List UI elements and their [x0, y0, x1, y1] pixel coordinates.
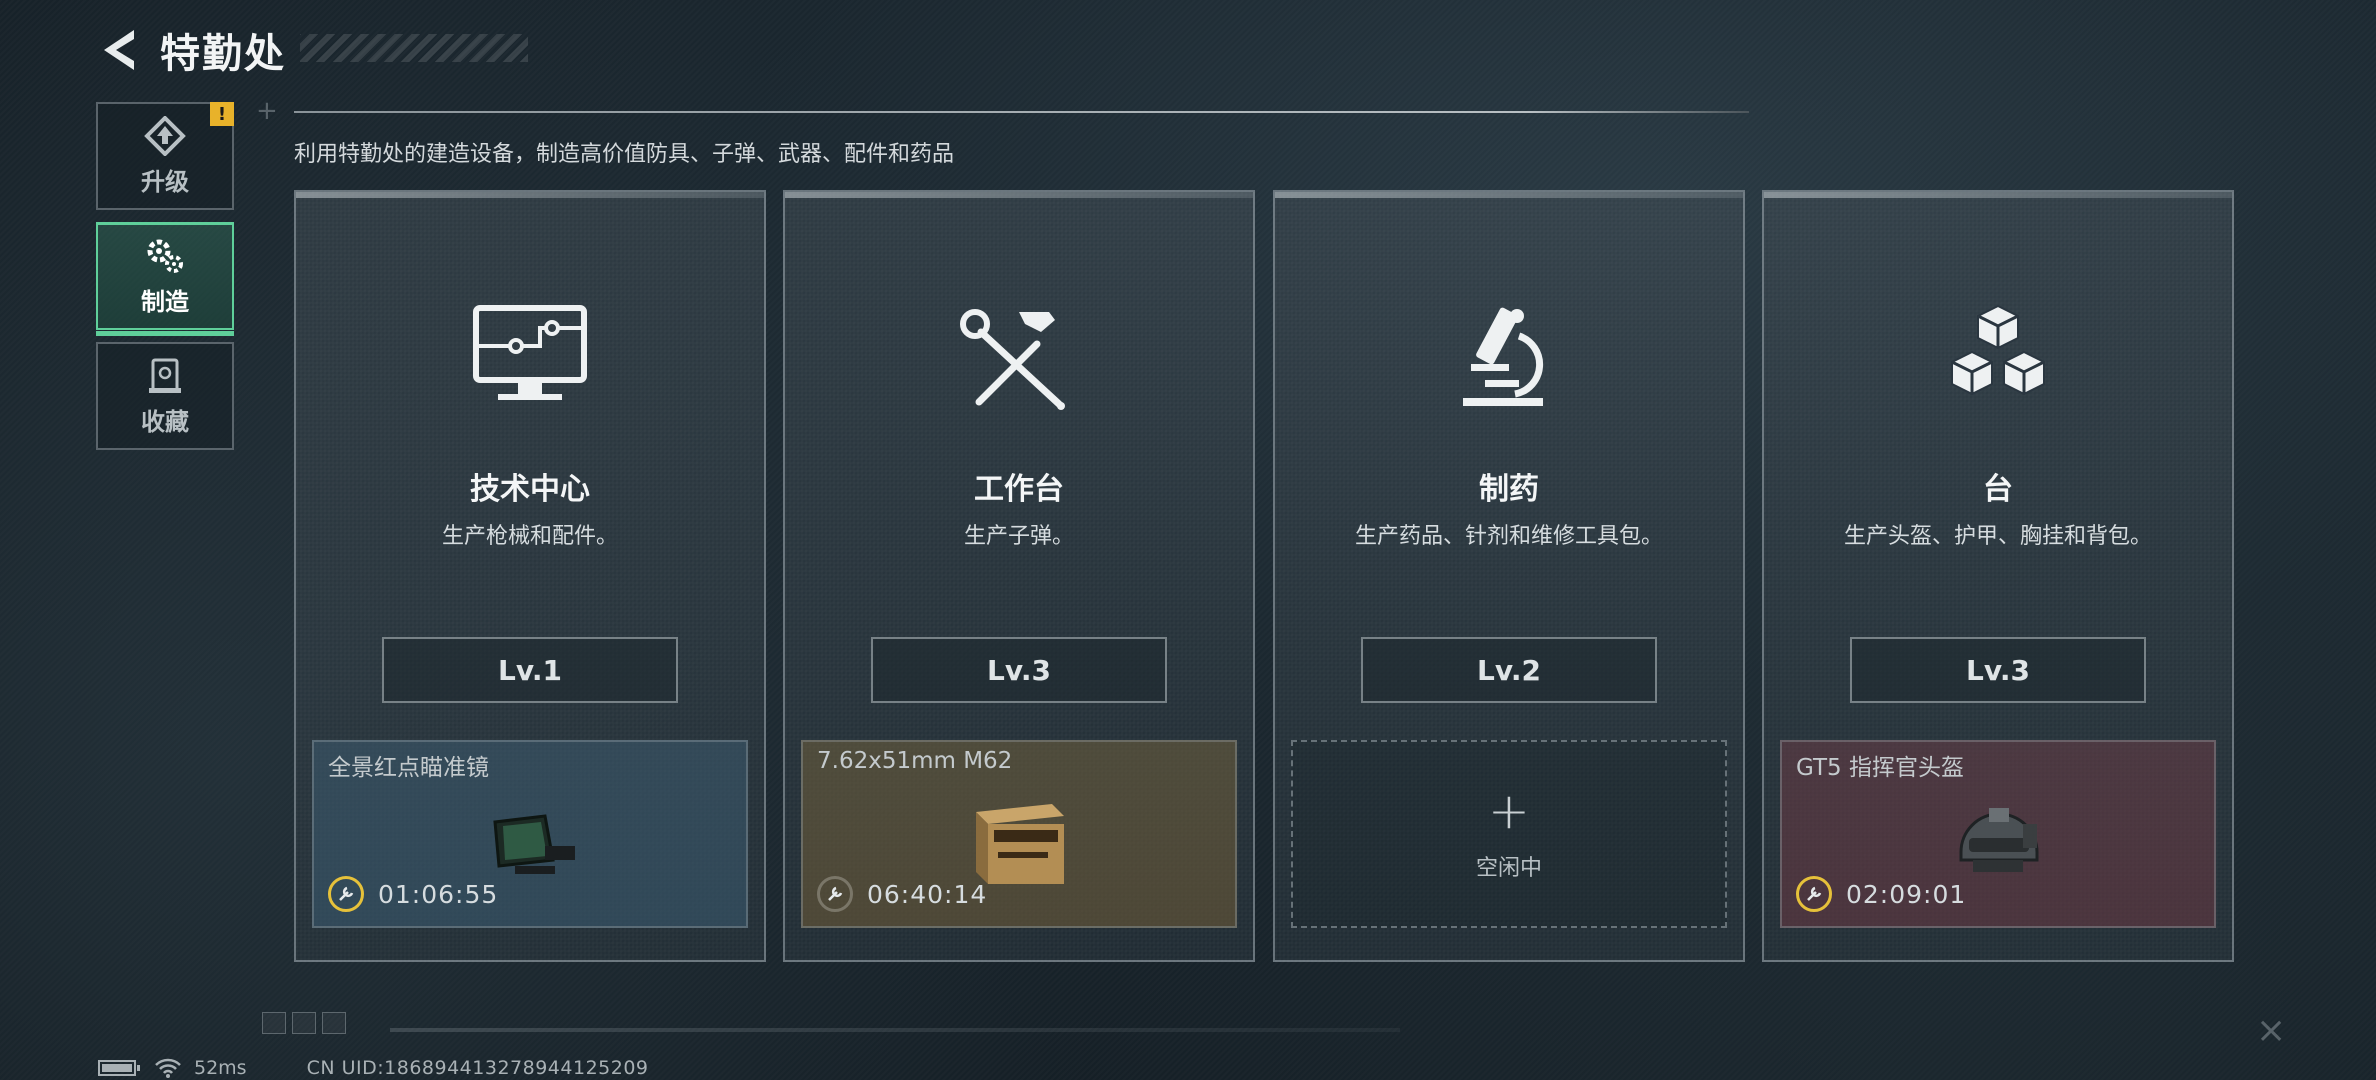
level-button[interactable]: Lv.3 [1850, 637, 2146, 703]
wrench-timer-icon [1796, 876, 1832, 912]
card-title: 工作台 [974, 472, 1064, 507]
nav-item-craft[interactable]: 制造 [96, 222, 234, 336]
timer-text: 02:09:01 [1846, 879, 1967, 909]
card-description: 生产枪械和配件。 [441, 524, 618, 549]
nav-label: 制造 [141, 288, 189, 316]
side-nav: ! 升级 制造 收藏 [96, 102, 234, 462]
timer-text: 06:40:14 [867, 879, 988, 909]
page-header: 特勤处 [96, 20, 286, 80]
card-description: 生产子弹。 [963, 524, 1074, 549]
tray-slot [322, 1012, 346, 1034]
back-button[interactable] [96, 26, 144, 74]
wifi-icon [155, 1058, 181, 1078]
level-button[interactable]: Lv.2 [1361, 637, 1657, 703]
bottom-tray [262, 1012, 346, 1034]
workstation-card-workbench[interactable]: 工作台 生产子弹。 Lv.3 7.62x51mm M62 06:40:14 [783, 190, 1255, 962]
nav-label: 升级 [141, 167, 189, 196]
timer-text: 01:06:55 [378, 879, 499, 909]
slot-timer: 01:06:55 [328, 876, 498, 912]
back-arrow-icon [104, 30, 134, 70]
card-title: 制药 [1479, 472, 1539, 507]
slot-timer: 02:09:01 [1796, 876, 1966, 912]
header-divider [294, 111, 1749, 113]
wrench-timer-icon [328, 876, 364, 912]
production-slot[interactable]: GT5 指挥官头盔 02:09:01 [1780, 740, 2216, 928]
alert-badge: ! [210, 102, 234, 126]
microscope-icon [1463, 307, 1544, 406]
crosshair-decoration: + [256, 96, 278, 126]
workstation-card-pharmacy[interactable]: 制药 生产药品、针剂和维修工具包。 Lv.2 + 空闲中 [1273, 190, 1745, 962]
slot-item-name: GT5 指挥官头盔 [1796, 755, 1964, 781]
slot-item-name: 全景红点瞄准镜 [328, 755, 489, 781]
nav-item-upgrade[interactable]: ! 升级 [96, 102, 234, 210]
workstation-card-armor[interactable]: 台 生产头盔、护甲、胸挂和背包。 Lv.3 GT5 指挥官头盔 02:09:01 [1762, 190, 2234, 962]
cubes-icon [1951, 304, 2045, 396]
nav-item-collection[interactable]: 收藏 [96, 342, 234, 450]
ping-text: 52ms [194, 1057, 247, 1079]
slot-timer: 06:40:14 [817, 876, 987, 912]
card-title: 台 [1983, 472, 2013, 507]
idle-label: 空闲中 [1475, 856, 1542, 881]
title-decoration [300, 34, 528, 62]
level-button[interactable]: Lv.1 [382, 637, 678, 703]
wrench-timer-icon [817, 876, 853, 912]
production-slot[interactable]: 7.62x51mm M62 06:40:14 [801, 740, 1237, 928]
collection-icon [149, 358, 181, 393]
slot-item-name: 7.62x51mm M62 [817, 748, 1013, 774]
page-subtitle: 利用特勤处的建造设备，制造高价值防具、子弹、武器、配件和药品 [294, 142, 955, 167]
card-description: 生产药品、针剂和维修工具包。 [1354, 524, 1663, 549]
crosshair-decoration: × [2256, 1010, 2287, 1051]
page-title: 特勤处 [160, 31, 286, 77]
user-id-text: CN UID:186894413278944125209 [306, 1057, 649, 1079]
upgrade-icon [144, 115, 186, 156]
monitor-circuit-icon [473, 305, 587, 400]
status-bar: 52ms CN UID:186894413278944125209 [98, 1056, 649, 1080]
tray-slot [262, 1012, 286, 1034]
bottom-divider [390, 1028, 1400, 1032]
add-icon: + [1488, 782, 1530, 840]
workstation-cards: 技术中心 生产枪械和配件。 Lv.1 全景红点瞄准镜 01:06:55 工作台 … [294, 190, 2234, 962]
hammer-wrench-icon [960, 309, 1065, 410]
gears-icon [147, 239, 183, 273]
card-title: 技术中心 [470, 472, 590, 507]
card-description: 生产头盔、护甲、胸挂和背包。 [1843, 524, 2152, 549]
level-button[interactable]: Lv.3 [871, 637, 1167, 703]
nav-label: 收藏 [141, 407, 189, 436]
tray-slot [292, 1012, 316, 1034]
battery-icon [98, 1060, 140, 1076]
empty-production-slot[interactable]: + 空闲中 [1291, 740, 1727, 928]
production-slot[interactable]: 全景红点瞄准镜 01:06:55 [312, 740, 748, 928]
workstation-card-tech-center[interactable]: 技术中心 生产枪械和配件。 Lv.1 全景红点瞄准镜 01:06:55 [294, 190, 766, 962]
